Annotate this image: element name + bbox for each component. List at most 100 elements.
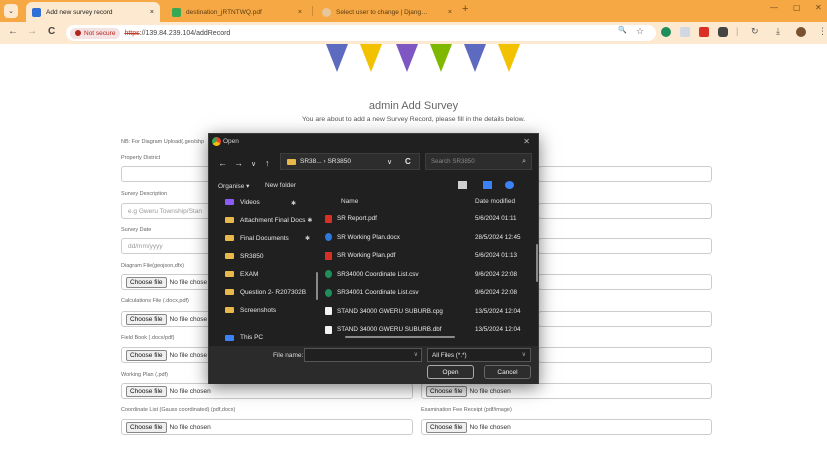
file-name-cell: SR Working Plan.docx xyxy=(325,233,465,241)
working-plan-label: Working Plan (.pdf) xyxy=(121,372,168,378)
extension-green-icon[interactable] xyxy=(661,27,671,37)
preview-pane-icon[interactable] xyxy=(483,181,492,189)
extension-red-icon[interactable] xyxy=(699,27,709,37)
tab-title: Select user to change | Djang… xyxy=(336,8,428,16)
open-button[interactable]: Open xyxy=(427,365,474,379)
tab-django-admin[interactable]: Select user to change | Djang… × xyxy=(316,2,458,22)
tab-add-survey-record[interactable]: Add new survey record × xyxy=(26,2,160,22)
nav-item-videos[interactable]: Videos xyxy=(225,195,260,209)
file-row[interactable]: SR Report.pdf 5/6/2024 01:11 xyxy=(325,210,531,227)
maximize-button[interactable]: ▢ xyxy=(793,3,801,12)
working-plan-choose-file-button[interactable]: Choose file xyxy=(126,385,167,397)
minimize-button[interactable]: — xyxy=(770,3,778,12)
dialog-back-icon[interactable]: ← xyxy=(218,158,227,168)
open-file-dialog: Open ✕ ← → ∨ ↑ SR38... › SR3850 ∨ C Sear… xyxy=(208,133,539,384)
reload-icon[interactable]: C xyxy=(48,26,55,37)
diagram-file-input-right[interactable] xyxy=(538,274,712,290)
diagram-file-input[interactable]: Choose file No file chose xyxy=(121,274,213,290)
file-row[interactable]: SR34001 Coordinate List.csv 9/6/2024 22:0… xyxy=(325,284,531,301)
examination-fee-choose-file-button[interactable]: Choose file xyxy=(426,421,467,433)
file-type-filter[interactable]: All Files (*.*) ∨ xyxy=(427,348,531,362)
working-plan-right-input[interactable]: Choose file No file chosen xyxy=(421,383,712,399)
survey-description-input[interactable]: e.g Gweru Township/Stan xyxy=(121,203,213,219)
window-close-button[interactable]: ✕ xyxy=(815,3,822,12)
file-name-input[interactable]: ∨ xyxy=(304,348,422,362)
file-row[interactable]: SR34000 Coordinate List.csv 9/6/2024 22:0… xyxy=(325,266,531,283)
security-chip-label: Not secure xyxy=(84,29,116,37)
dialog-search-input[interactable]: Search SR3850 ⌕ xyxy=(425,153,532,170)
nav-item-screenshots[interactable]: Screenshots xyxy=(225,303,276,317)
calculations-choose-file-button[interactable]: Choose file xyxy=(126,313,167,325)
profile-avatar-icon[interactable] xyxy=(796,27,806,37)
dialog-forward-icon[interactable]: → xyxy=(234,158,243,168)
browser-menu-icon[interactable]: ⋮ xyxy=(818,26,827,37)
dialog-close-icon[interactable]: ✕ xyxy=(523,137,530,146)
sync-icon[interactable]: ↻ xyxy=(751,26,759,37)
field-book-input[interactable]: Choose file No file chose xyxy=(121,347,213,363)
extension-doc-icon[interactable] xyxy=(680,27,690,37)
nav-item-attachment-final-docs[interactable]: Attachment Final Docs ✱ xyxy=(225,213,312,227)
nav-item-sr3850[interactable]: SR3850 xyxy=(225,249,264,263)
survey-description-input-right[interactable] xyxy=(538,203,712,219)
nav-pane-scrollbar[interactable] xyxy=(316,272,318,300)
examination-fee-status: No file chosen xyxy=(469,423,511,431)
coordinate-list-choose-file-button[interactable]: Choose file xyxy=(126,421,167,433)
file-name: STAND 34000 GWERU SUBURB.dbf xyxy=(337,326,442,333)
coordinate-list-input[interactable]: Choose file No file chosen xyxy=(121,419,413,435)
working-plan-input[interactable]: Choose file No file chosen xyxy=(121,383,413,399)
file-row[interactable]: STAND 34000 GWERU SUBURB.cpg 13/5/2024 12… xyxy=(325,303,531,320)
download-icon[interactable]: ⤓ xyxy=(776,26,780,37)
security-chip[interactable]: Not secure xyxy=(70,27,121,39)
calculations-file-input[interactable]: Choose file No file chose xyxy=(121,311,213,327)
extensions-puzzle-icon[interactable] xyxy=(718,27,728,37)
bookmark-star-icon[interactable]: ☆ xyxy=(636,26,644,37)
column-header-name[interactable]: Name xyxy=(341,198,358,205)
nav-item-final-documents[interactable]: Final Documents xyxy=(225,231,289,245)
field-book-choose-file-button[interactable]: Choose file xyxy=(126,349,167,361)
help-icon[interactable] xyxy=(505,181,514,189)
tab-destination-pdf[interactable]: destination_jRTNTWQ.pdf × xyxy=(166,2,308,22)
url-text: ://139.84.239.104/addRecord xyxy=(139,29,231,37)
file-list-horizontal-scrollbar[interactable] xyxy=(345,336,455,338)
field-book-input-right[interactable] xyxy=(538,347,712,363)
new-folder-button[interactable]: New folder xyxy=(265,182,296,189)
working-plan-right-choose-file-button[interactable]: Choose file xyxy=(426,385,467,397)
nav-item-this-pc[interactable]: This PC xyxy=(225,333,263,342)
tab-close-icon[interactable]: × xyxy=(150,9,154,16)
file-row[interactable]: SR Working Plan.pdf 5/6/2024 01:13 xyxy=(325,247,531,264)
chevron-down-icon[interactable]: ∨ xyxy=(414,351,418,358)
nav-item-exam[interactable]: EXAM xyxy=(225,267,258,281)
file-row[interactable]: SR Working Plan.docx 28/5/2024 12:45 xyxy=(325,229,531,246)
property-district-input[interactable] xyxy=(121,166,213,182)
cancel-button[interactable]: Cancel xyxy=(484,365,531,379)
file-date-modified: 28/5/2024 12:45 xyxy=(475,233,521,241)
examination-fee-input[interactable]: Choose file No file chosen xyxy=(421,419,712,435)
path-chevron-icon[interactable]: ∨ xyxy=(387,158,392,166)
dialog-path-bar[interactable]: SR38... › SR3850 ∨ C xyxy=(280,153,420,170)
dialog-up-icon[interactable]: ↑ xyxy=(265,158,270,168)
property-district-input-right[interactable] xyxy=(538,166,712,182)
file-name-cell: SR34001 Coordinate List.csv xyxy=(325,288,465,297)
file-date-modified: 9/6/2024 22:08 xyxy=(475,289,518,296)
dialog-refresh-icon[interactable]: C xyxy=(405,157,411,166)
tab-close-icon[interactable]: × xyxy=(298,9,302,16)
calculations-file-input-right[interactable] xyxy=(538,311,712,327)
survey-date-input-right[interactable] xyxy=(538,238,712,254)
view-options-icon[interactable] xyxy=(458,181,467,189)
recent-locations-chevron-icon[interactable]: ∨ xyxy=(251,160,256,168)
new-tab-button[interactable]: + xyxy=(462,3,468,15)
file-list-scrollbar[interactable] xyxy=(536,244,538,282)
browser-toolbar: ← → C Not secure https ://139.84.239.104… xyxy=(0,22,827,44)
nav-item-question-2[interactable]: Question 2- R207302B xyxy=(225,285,306,299)
coordinate-list-label: Coordinate List (Gauss coordinated) (pdf… xyxy=(121,407,236,413)
organise-menu[interactable]: Organise ▾ xyxy=(218,182,249,190)
diagram-choose-file-button[interactable]: Choose file xyxy=(126,276,167,288)
survey-date-input[interactable]: dd/mm/yyyy xyxy=(121,238,213,254)
tab-search-button[interactable]: ⌄ xyxy=(4,4,18,18)
back-arrow-icon[interactable]: ← xyxy=(8,26,18,37)
zoom-icon[interactable]: 🔍 xyxy=(618,26,627,34)
column-header-date-modified[interactable]: Date modified xyxy=(475,198,515,205)
address-bar[interactable]: Not secure https ://139.84.239.104/addRe… xyxy=(66,25,656,41)
forward-arrow-icon[interactable]: → xyxy=(27,26,37,37)
tab-close-icon[interactable]: × xyxy=(448,9,452,16)
